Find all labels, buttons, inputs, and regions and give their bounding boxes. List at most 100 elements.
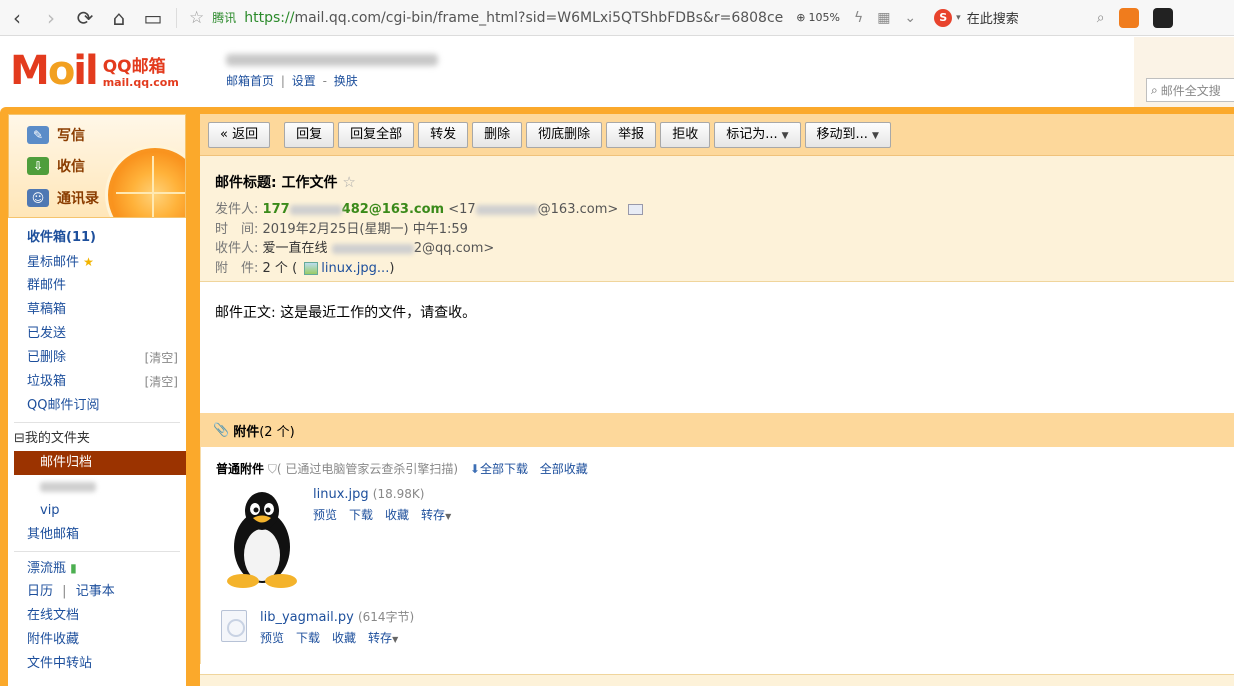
contact-card-icon[interactable] (628, 204, 644, 215)
from-row: 发件人: 177 482@163.com <17 @163.com> (215, 198, 644, 217)
sidebar-item-archive[interactable]: 邮件归档 (14, 451, 186, 475)
zoom-control[interactable]: ⊕ 105% (796, 11, 840, 24)
sidebar-item-spam[interactable]: 垃圾箱 [清空] (8, 370, 186, 394)
sidebar-item-bottle[interactable]: 漂流瓶 ▮ (8, 556, 186, 580)
clear-deleted-link[interactable]: [清空] (145, 346, 178, 370)
attachments-toolbar: 普通附件 ⛉( 已通过电脑管家云查杀引擎扫描) ⬇全部下载 全部收藏 (216, 460, 588, 477)
reply-button[interactable]: 回复 (284, 121, 335, 148)
reader-mode-icon[interactable]: ▭ (136, 0, 170, 36)
bookmark-star-icon[interactable]: ☆ (189, 8, 204, 28)
tux-thumbnail-image[interactable] (221, 489, 303, 589)
download-all-link[interactable]: ⬇全部下载 (470, 462, 528, 476)
settings-link[interactable]: 设置 (292, 74, 316, 88)
sidebar-item-group[interactable]: 群邮件 (8, 274, 186, 298)
normal-attachments-label: 普通附件 (216, 462, 265, 476)
contacts-button[interactable]: ☺ 通讯录 (27, 188, 99, 208)
reply-all-button[interactable]: 回复全部 (338, 121, 415, 148)
save-to-dropdown[interactable]: 转存▼ (421, 506, 451, 523)
clear-spam-link[interactable]: [清空] (145, 370, 178, 394)
download-link[interactable]: 下载 (349, 506, 373, 523)
sent-time: 2019年2月25日(星期一) 中午1:59 (262, 222, 468, 237)
sidebar-item-other-mailbox[interactable]: 其他邮箱 (8, 523, 186, 547)
site-name: 腾讯 (212, 11, 237, 25)
delete-button[interactable]: 删除 (472, 121, 523, 148)
move-to-dropdown[interactable]: 移动到... ▼ (804, 121, 891, 148)
home-icon[interactable]: ⌂ (102, 0, 136, 36)
delete-permanently-button[interactable]: 彻底删除 (526, 121, 603, 148)
star-mail-icon[interactable]: ☆ (342, 173, 355, 191)
search-icon[interactable]: ⌕ (1097, 10, 1105, 26)
sender-name[interactable]: 177 482@163.com (263, 202, 445, 217)
calendar-link[interactable]: 日历 (27, 584, 53, 599)
extension-icon[interactable] (1152, 7, 1173, 28)
back-arrow-icon[interactable]: ‹ (0, 0, 34, 36)
attachments-area: 普通附件 ⛉( 已通过电脑管家云查杀引擎扫描) ⬇全部下载 全部收藏 linux… (200, 447, 1234, 664)
save-all-link[interactable]: 全部收藏 (540, 462, 588, 476)
sidebar-item-attachment-favorites[interactable]: 附件收藏 (8, 628, 186, 652)
caret-down-icon: ▾ (956, 12, 961, 23)
mail-body: 邮件正文: 这是最近工作的文件，请查收。 (215, 305, 477, 321)
preview-link[interactable]: 预览 (313, 506, 337, 523)
sidebar-item-deleted[interactable]: 已删除 [清空] (8, 346, 186, 370)
header-links: 邮箱首页 | 设置 - 换肤 (226, 72, 358, 89)
attachment-filename[interactable]: linux.jpg (313, 487, 369, 502)
contact-card-icon: ☺ (27, 189, 49, 207)
attachment-size: (18.98K) (372, 487, 425, 501)
sidebar-item-subscribe[interactable]: QQ邮件订阅 (8, 394, 186, 418)
game-extension-icon[interactable] (1118, 7, 1139, 28)
mark-as-dropdown[interactable]: 标记为... ▼ (714, 121, 801, 148)
change-skin-link[interactable]: 换肤 (334, 74, 358, 88)
sidebar-item-sent[interactable]: 已发送 (8, 322, 186, 346)
sidebar-item-vip[interactable]: vip (8, 499, 186, 523)
sidebar-item-blurred-folder[interactable] (8, 475, 186, 499)
link-separator: - (322, 74, 327, 88)
browser-search-input[interactable]: 在此搜索 (967, 8, 1097, 27)
save-link[interactable]: 收藏 (332, 629, 356, 646)
download-link[interactable]: 下载 (296, 629, 320, 646)
attachment-actions: 预览 下载 收藏 转存▼ (260, 629, 414, 646)
fulltext-search-input[interactable]: ⌕ 邮件全文搜 (1146, 78, 1234, 102)
attachment-filename[interactable]: lib_yagmail.py (260, 610, 354, 625)
forward-arrow-icon[interactable]: › (34, 0, 68, 36)
file-icon (221, 610, 247, 642)
paperclip-icon: 📎 (213, 422, 230, 438)
search-engine-selector[interactable]: S ▾ (934, 8, 961, 27)
sidebar-item-drafts[interactable]: 草稿箱 (8, 298, 186, 322)
sidebar-item-inbox[interactable]: 收件箱(11) (8, 226, 186, 250)
pencil-icon: ✎ (27, 126, 49, 144)
attachment-row: 附 件: 2 个 ( linux.jpg...) (215, 261, 395, 276)
save-link[interactable]: 收藏 (385, 506, 409, 523)
logo-cn: QQ邮箱 (102, 57, 166, 77)
back-button[interactable]: « 返回 (208, 121, 271, 148)
sidebar-item-file-transfer[interactable]: 文件中转站 (8, 652, 186, 676)
address-bar[interactable]: https://mail.qq.com/cgi-bin/frame_html?s… (244, 10, 784, 26)
chevron-down-icon[interactable]: ⌄ (904, 10, 916, 26)
mail-header: Moil QQ邮箱 mail.qq.com 邮箱首页 | 设置 - 换肤 ⌕ 邮… (0, 37, 1234, 107)
attachment-link[interactable]: linux.jpg... (321, 261, 389, 276)
notes-link[interactable]: 记事本 (76, 584, 115, 599)
refresh-icon[interactable]: ⟳ (68, 0, 102, 36)
attachment-item: linux.jpg (18.98K) 预览 下载 收藏 转存▼ (313, 487, 451, 523)
forward-button[interactable]: 转发 (418, 121, 469, 148)
shield-icon: ⛉ (267, 462, 277, 476)
lightning-icon[interactable]: ϟ (854, 10, 863, 26)
preview-link[interactable]: 预览 (260, 629, 284, 646)
link-separator: | (280, 74, 285, 88)
report-button[interactable]: 举报 (606, 121, 657, 148)
mailbox-home-link[interactable]: 邮箱首页 (226, 74, 274, 88)
sidebar-item-online-docs[interactable]: 在线文档 (8, 604, 186, 628)
reject-button[interactable]: 拒收 (660, 121, 711, 148)
caret-down-icon: ▼ (392, 635, 399, 644)
receive-button[interactable]: ⇩ 收信 (27, 156, 85, 176)
qr-code-icon[interactable]: ▦ (877, 10, 890, 26)
logo-url: mail.qq.com (102, 76, 179, 89)
recipient-name[interactable]: 爱一直在线 (263, 241, 328, 256)
sidebar-item-starred[interactable]: 星标邮件 ★ (8, 250, 186, 274)
my-folders-header[interactable]: ⊟我的文件夹 (8, 427, 186, 451)
attachment-actions: 预览 下载 收藏 转存▼ (313, 506, 451, 523)
compose-button[interactable]: ✎ 写信 (27, 125, 85, 145)
save-to-dropdown[interactable]: 转存▼ (368, 629, 398, 646)
attachments-header: 📎 附件 (2 个) (200, 413, 1234, 447)
mail-subject: 邮件标题: 工作文件 ☆ (215, 173, 356, 191)
qq-mail-logo[interactable]: Moil QQ邮箱 mail.qq.com (10, 51, 179, 91)
